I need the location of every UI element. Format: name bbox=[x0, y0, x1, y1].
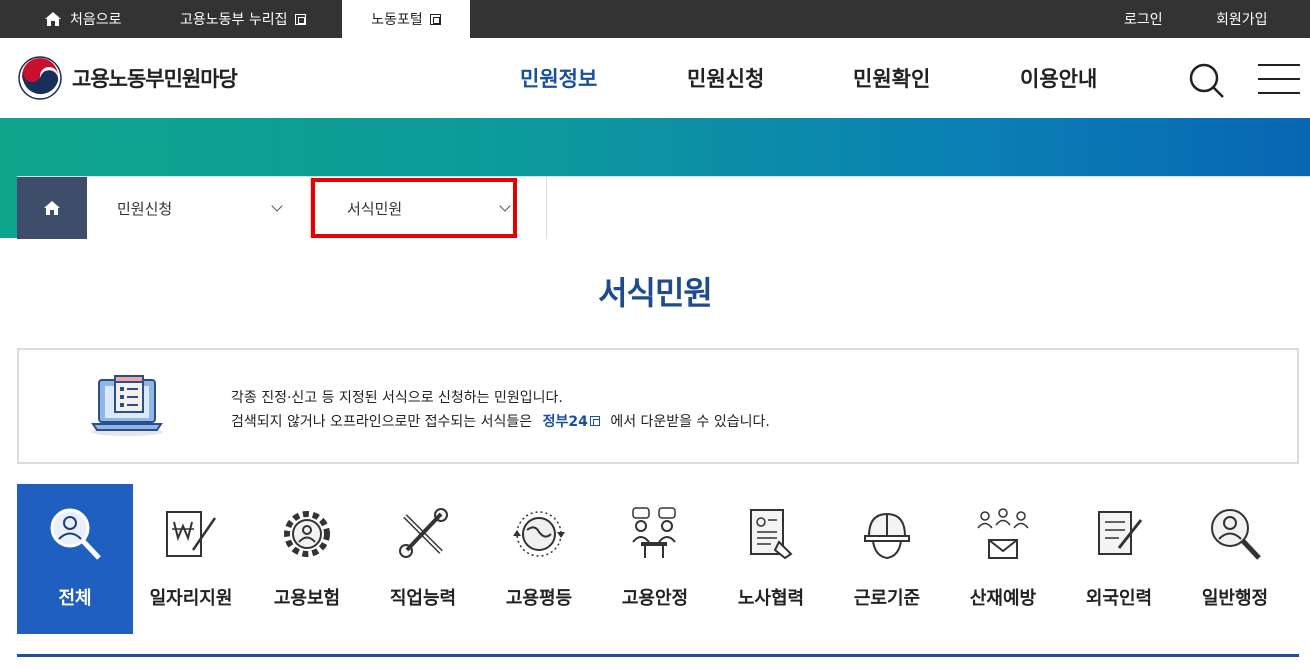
category-tab-general-admin[interactable]: 일반행정 bbox=[1177, 484, 1293, 634]
gov24-link[interactable]: 정부24 bbox=[543, 414, 600, 430]
hamburger-line bbox=[1258, 92, 1300, 94]
home-icon bbox=[45, 12, 61, 26]
nav-usage-guide[interactable]: 이용안내 bbox=[1020, 38, 1097, 118]
gov24-link-label: 정부24 bbox=[542, 414, 588, 430]
category-tab-label: 고용평등 bbox=[505, 588, 573, 609]
info-box: 각종 진정·신고 등 지정된 서식으로 신청하는 민원입니다. 검색되지 않거나… bbox=[17, 348, 1299, 464]
meeting-people-icon bbox=[632, 507, 676, 558]
external-link-icon bbox=[429, 13, 441, 25]
person-gear-icon bbox=[284, 511, 330, 557]
breadcrumb-home-button[interactable] bbox=[17, 177, 87, 239]
info-line2-tail: 에서 다운받을 수 있습니다. bbox=[610, 414, 770, 430]
site-logo-text: 고용노동부민원마당 bbox=[72, 67, 238, 91]
category-tab-foreign-workforce[interactable]: 외국인력 bbox=[1061, 484, 1177, 634]
category-tab-label: 노사협력 bbox=[737, 588, 805, 609]
home-icon bbox=[44, 201, 60, 215]
home-link[interactable]: 처음으로 bbox=[44, 0, 122, 38]
page-title: 서식민원 bbox=[598, 274, 713, 312]
person-magnifier-icon bbox=[1211, 509, 1261, 560]
moel-site-link[interactable]: 고용노동부 누리집 bbox=[180, 0, 306, 38]
category-tab-label: 외국인력 bbox=[1085, 588, 1153, 609]
moel-site-label: 고용노동부 누리집 bbox=[180, 12, 288, 28]
site-logo[interactable]: 고용노동부민원마당 bbox=[18, 56, 238, 100]
hard-hat-icon bbox=[864, 512, 910, 560]
laptop-form-icon bbox=[91, 375, 163, 436]
category-tab-labor-cooperation[interactable]: 노사협력 bbox=[713, 484, 829, 634]
category-tab-label: 직업능력 bbox=[389, 588, 457, 609]
labor-portal-tab[interactable]: 노동포털 bbox=[342, 0, 470, 38]
nav-civil-check[interactable]: 민원확인 bbox=[853, 38, 930, 118]
category-tab-vocational-skills[interactable]: 직업능력 bbox=[365, 484, 481, 634]
won-document-pen-icon bbox=[166, 511, 217, 557]
search-button[interactable] bbox=[1186, 60, 1226, 100]
category-tab-all[interactable]: 전체 bbox=[17, 484, 133, 634]
category-tab-equal-employment[interactable]: 고용평등 bbox=[481, 484, 597, 634]
category-tab-employment-stability[interactable]: 고용안정 bbox=[597, 484, 713, 634]
all-menu-button[interactable] bbox=[1258, 62, 1300, 96]
breadcrumb: 민원신청 서식민원 bbox=[17, 176, 1310, 239]
section-divider bbox=[17, 654, 1299, 657]
document-pen-icon bbox=[1098, 511, 1143, 555]
breadcrumb-level1-label: 민원신청 bbox=[117, 199, 173, 218]
info-line1: 각종 진정·신고 등 지정된 서식으로 신청하는 민원입니다. bbox=[231, 390, 563, 406]
nav-civil-info[interactable]: 민원정보 bbox=[520, 38, 597, 118]
category-tab-label: 일반행정 bbox=[1201, 588, 1269, 609]
category-tab-label: 일자리지원 bbox=[149, 588, 233, 609]
info-text: 각종 진정·신고 등 지정된 서식으로 신청하는 민원입니다. 검색되지 않거나… bbox=[231, 386, 770, 434]
category-tabs: 전체 일자리지원 고용보험 직업능력 고용평등 고용안정 노사협력 근로기준 산… bbox=[17, 484, 1299, 634]
search-icon bbox=[1189, 63, 1224, 98]
hamburger-line bbox=[1258, 78, 1300, 80]
utility-bar: 처음으로 고용노동부 누리집 노동포털 로그인 회원가입 bbox=[0, 0, 1310, 38]
category-tab-accident-prevention[interactable]: 산재예방 bbox=[945, 484, 1061, 634]
category-tab-label: 고용안정 bbox=[621, 588, 689, 609]
person-magnifier-icon bbox=[50, 508, 101, 560]
signup-link[interactable]: 회원가입 bbox=[1216, 0, 1268, 38]
site-header: 고용노동부민원마당 민원정보 민원신청 민원확인 이용안내 bbox=[0, 38, 1310, 118]
home-link-label: 처음으로 bbox=[70, 12, 122, 28]
external-link-icon bbox=[589, 416, 600, 426]
login-link[interactable]: 로그인 bbox=[1124, 0, 1163, 38]
category-tab-label: 고용보험 bbox=[273, 588, 341, 609]
people-mail-icon bbox=[977, 508, 1029, 559]
category-tab-label: 산재예방 bbox=[969, 588, 1037, 609]
category-tab-labor-standards[interactable]: 근로기준 bbox=[829, 484, 945, 634]
category-tab-label: 전체 bbox=[58, 588, 92, 609]
external-link-icon bbox=[294, 13, 306, 25]
category-tab-employment-insurance[interactable]: 고용보험 bbox=[249, 484, 365, 634]
document-hand-icon bbox=[750, 509, 793, 560]
category-tab-job-support[interactable]: 일자리지원 bbox=[133, 484, 249, 634]
info-line2: 검색되지 않거나 오프라인으로만 접수되는 서식들은 정부24 에서 다운받을 … bbox=[231, 410, 770, 434]
category-tab-label: 근로기준 bbox=[853, 588, 921, 609]
hamburger-icon bbox=[1258, 64, 1300, 66]
info-line2-text: 검색되지 않거나 오프라인으로만 접수되는 서식들은 bbox=[231, 414, 533, 430]
labor-portal-label: 노동포털 bbox=[371, 12, 423, 28]
highlight-box bbox=[311, 178, 517, 238]
breadcrumb-level1-select[interactable]: 민원신청 bbox=[87, 177, 311, 239]
chevron-down-icon bbox=[271, 200, 283, 212]
globe-arrows-icon bbox=[513, 511, 565, 557]
wrench-screwdriver-icon bbox=[399, 508, 448, 558]
nav-civil-apply[interactable]: 민원신청 bbox=[687, 38, 764, 118]
taegeuk-logo-icon bbox=[18, 56, 62, 100]
